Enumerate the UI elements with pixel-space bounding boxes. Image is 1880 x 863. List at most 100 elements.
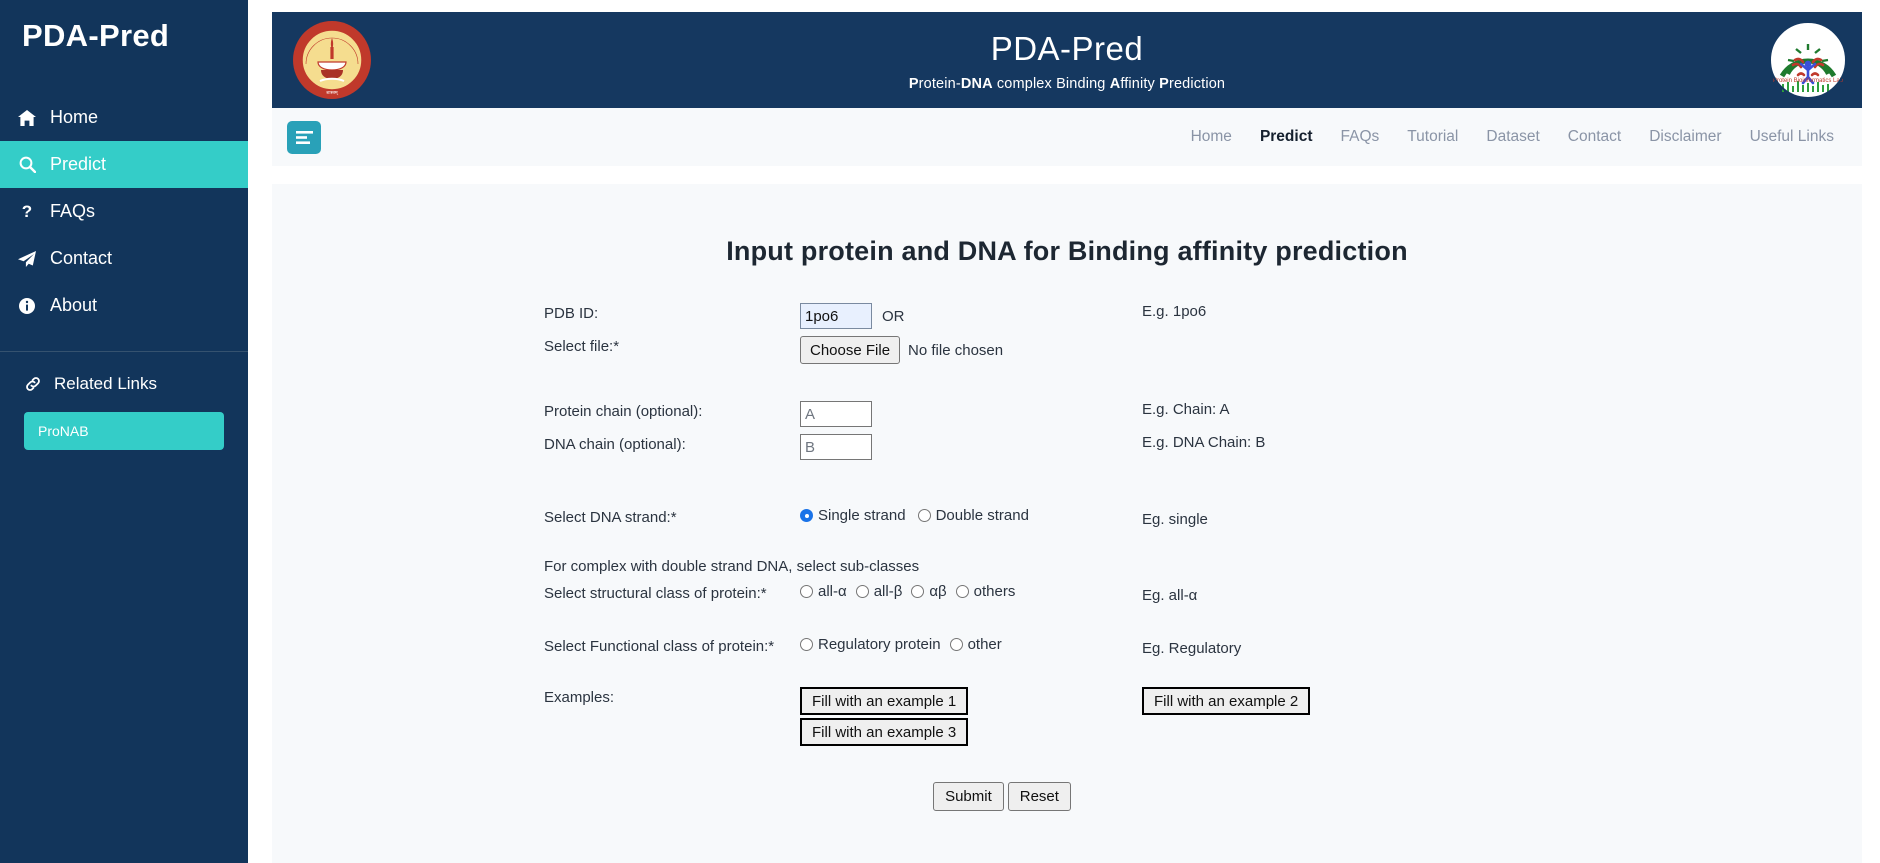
search-icon xyxy=(16,156,38,173)
fill-example-2-button[interactable]: Fill with an example 2 xyxy=(1142,687,1311,716)
radio-all-beta[interactable]: all-β xyxy=(855,583,903,601)
radio-alpha-beta[interactable]: αβ xyxy=(911,583,947,601)
dna-chain-input[interactable] xyxy=(800,434,872,461)
sidebar-item-label: Predict xyxy=(50,154,107,174)
pdb-id-input[interactable] xyxy=(800,303,872,330)
radio-others[interactable]: others xyxy=(955,583,1016,601)
radio-regulatory-protein[interactable]: Regulatory protein xyxy=(800,636,941,653)
form-row-dna-strand: Select DNA strand:* Single strand Double… xyxy=(272,507,1862,528)
tab-disclaimer[interactable]: Disclaimer xyxy=(1649,128,1721,146)
radio-button-icon[interactable] xyxy=(800,585,813,599)
fill-example-3-button[interactable]: Fill with an example 3 xyxy=(800,718,969,747)
sidebar-item-label: Contact xyxy=(50,248,113,268)
structural-class-control: all-α all-β αβ others xyxy=(800,583,1142,600)
page-banner: शास्त्रम् PDA-Pred Protein-DNA complex B… xyxy=(272,12,1862,108)
functional-class-label: Select Functional class of protein:* xyxy=(544,638,775,656)
functional-class-hint: Eg. Regulatory xyxy=(1142,640,1242,658)
protein-chain-control xyxy=(800,401,1142,428)
form-row-dna-chain: DNA chain (optional): E.g. DNA Chain: B xyxy=(272,434,1862,461)
protein-bioinformatics-lab-logo: Protein Bioinformatics Lab xyxy=(1768,20,1848,100)
structural-class-label: Select structural class of protein:* xyxy=(544,585,767,603)
radio-all-alpha[interactable]: all-α xyxy=(800,583,847,600)
sidebar-item-about[interactable]: About xyxy=(0,282,248,329)
choose-file-button[interactable]: Choose File xyxy=(800,336,901,365)
sidebar-item-contact[interactable]: Contact xyxy=(0,235,248,282)
tab-contact[interactable]: Contact xyxy=(1568,128,1621,146)
hamburger-icon[interactable] xyxy=(287,120,321,154)
related-links-heading: Related Links xyxy=(0,352,248,394)
functional-class-control: Regulatory protein other xyxy=(800,636,1142,653)
radio-label: αβ xyxy=(929,583,947,601)
sidebar-nav: Home Predict ? FAQs Contact About xyxy=(0,94,248,329)
structural-class-hint: Eg. all-α xyxy=(1142,587,1198,605)
protein-chain-input[interactable] xyxy=(800,401,872,428)
form-row-functional-class: Select Functional class of protein:* Reg… xyxy=(272,636,1862,657)
banner-subtitle: Protein-DNA complex Binding Affinity Pre… xyxy=(908,75,1226,92)
radio-button-icon[interactable] xyxy=(855,585,869,599)
sidebar-item-home[interactable]: Home xyxy=(0,94,248,141)
top-navigation: Home Predict FAQs Tutorial Dataset Conta… xyxy=(1191,128,1844,146)
dna-strand-control: Single strand Double strand xyxy=(800,507,1142,524)
radio-label: others xyxy=(973,583,1016,601)
protein-chain-label: Protein chain (optional): xyxy=(544,403,703,421)
radio-button-icon[interactable] xyxy=(800,509,813,523)
tab-dataset[interactable]: Dataset xyxy=(1486,128,1539,146)
radio-button-icon[interactable] xyxy=(917,509,931,523)
submit-button[interactable]: Submit xyxy=(933,782,1004,812)
radio-label: all-β xyxy=(873,583,903,601)
pdb-id-hint: E.g. 1po6 xyxy=(1142,303,1207,321)
radio-label: Double strand xyxy=(935,507,1029,525)
tab-home[interactable]: Home xyxy=(1191,128,1232,146)
svg-text:Protein Bioinformatics Lab: Protein Bioinformatics Lab xyxy=(1773,78,1844,84)
reset-button[interactable]: Reset xyxy=(1007,782,1071,812)
examples-control-left: Fill with an example 1 Fill with an exam… xyxy=(800,687,1142,747)
radio-other[interactable]: other xyxy=(949,636,1002,654)
radio-label: all-α xyxy=(818,583,847,601)
sidebar-brand: PDA-Pred xyxy=(22,18,170,53)
form-row-select-file: Select file:* Choose File No file chosen xyxy=(272,336,1862,365)
subclass-note: For complex with double strand DNA, sele… xyxy=(544,558,920,576)
sidebar-item-faqs[interactable]: ? FAQs xyxy=(0,188,248,235)
dna-chain-hint: E.g. DNA Chain: B xyxy=(1142,434,1266,452)
banner-titles: PDA-Pred Protein-DNA complex Binding Aff… xyxy=(909,29,1225,92)
radio-button-icon[interactable] xyxy=(911,585,925,599)
form-row-examples: Examples: Fill with an example 1 Fill wi… xyxy=(272,687,1862,747)
dna-strand-label: Select DNA strand:* xyxy=(544,509,677,527)
radio-button-icon[interactable] xyxy=(955,585,969,599)
examples-control-right: Fill with an example 2 xyxy=(1142,687,1311,716)
sidebar-item-predict[interactable]: Predict xyxy=(0,141,248,188)
info-icon xyxy=(16,297,38,314)
pronab-link-button[interactable]: ProNAB xyxy=(24,412,224,450)
iit-madras-logo: शास्त्रम् xyxy=(292,20,372,100)
pdb-id-label: PDB ID: xyxy=(544,305,599,323)
sidebar-item-label: FAQs xyxy=(50,201,96,221)
form-row-protein-chain: Protein chain (optional): E.g. Chain: A xyxy=(272,401,1862,428)
tab-predict[interactable]: Predict xyxy=(1260,128,1313,146)
form-row-structural-class: Select structural class of protein:* all… xyxy=(272,583,1862,604)
tab-faqs[interactable]: FAQs xyxy=(1341,128,1380,146)
tab-tutorial[interactable]: Tutorial xyxy=(1407,128,1458,146)
dna-strand-hint: Eg. single xyxy=(1142,511,1208,529)
prediction-form: PDB ID: OR E.g. 1po6 Select file:* Choos… xyxy=(272,303,1862,812)
radio-button-icon[interactable] xyxy=(949,638,963,652)
radio-double-strand[interactable]: Double strand xyxy=(917,507,1029,525)
dna-strand-radio-group: Single strand Double strand xyxy=(800,507,1029,524)
dna-chain-control xyxy=(800,434,1142,461)
sidebar: PDA-Pred Home Predict ? FAQs Contact Abo… xyxy=(0,0,248,863)
topbar: Home Predict FAQs Tutorial Dataset Conta… xyxy=(272,108,1862,166)
sidebar-item-label: About xyxy=(50,295,98,315)
question-icon: ? xyxy=(21,201,33,221)
radio-single-strand[interactable]: Single strand xyxy=(800,507,906,524)
page-root: PDA-Pred Home Predict ? FAQs Contact Abo… xyxy=(0,0,1880,863)
tab-useful-links[interactable]: Useful Links xyxy=(1750,128,1834,146)
select-file-control: Choose File No file chosen xyxy=(800,336,1142,365)
radio-label: Single strand xyxy=(818,507,906,525)
form-actions: Submit Reset xyxy=(272,782,1732,812)
radio-button-icon[interactable] xyxy=(800,638,813,652)
select-file-label: Select file:* xyxy=(544,338,620,356)
fill-example-1-button[interactable]: Fill with an example 1 xyxy=(800,687,969,716)
page-title: Input protein and DNA for Binding affini… xyxy=(726,236,1408,267)
link-icon xyxy=(22,376,44,392)
radio-label: other xyxy=(967,636,1002,654)
protein-chain-hint: E.g. Chain: A xyxy=(1142,401,1230,419)
